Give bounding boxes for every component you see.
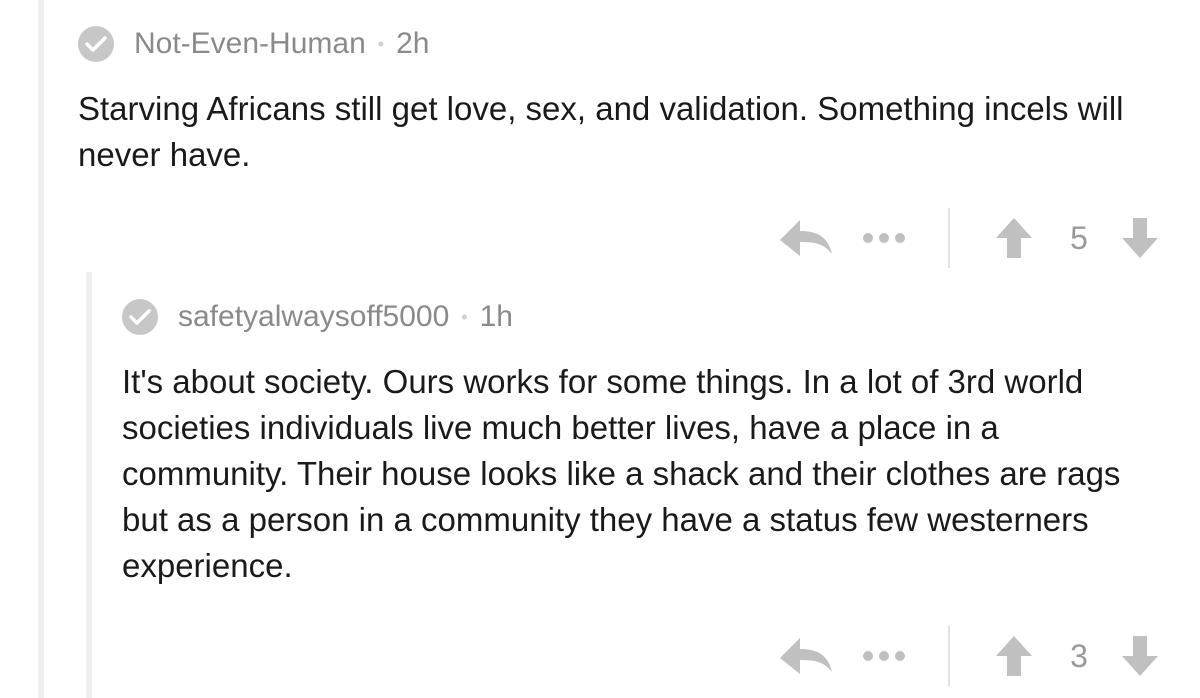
comment: Not-Even-Human • 2h Starving Africans st… [78,22,1170,178]
comment-actions: 5 [778,208,1160,268]
comment-body: It's about society. Ours works for some … [122,363,1121,584]
meta-separator: • [377,33,385,54]
vote-score: 5 [1070,219,1088,256]
comment-body: Starving Africans still get love, sex, a… [78,90,1124,173]
ellipsis-icon[interactable] [862,228,906,248]
up-arrow-icon[interactable] [994,216,1034,260]
reply-arrow-icon[interactable] [778,632,834,680]
comment-meta: safetyalwaysoff5000 • 1h [122,295,1170,339]
action-divider [948,626,950,686]
comment-age: 2h [396,27,430,60]
comment-author[interactable]: safetyalwaysoff5000 [178,300,449,334]
check-circle-icon [78,26,114,62]
meta-separator: • [461,306,468,327]
up-arrow-icon[interactable] [994,634,1034,678]
comment-author[interactable]: Not-Even-Human [134,27,366,61]
comment-meta: Not-Even-Human • 2h [78,22,1170,66]
comment-age: 1h [479,300,513,333]
action-divider [948,208,950,268]
reply-arrow-icon[interactable] [778,214,834,262]
reply-indent-line [86,272,92,698]
vote-score: 3 [1070,637,1088,674]
comment-actions: 3 [778,626,1160,686]
down-arrow-icon[interactable] [1120,634,1160,678]
ellipsis-icon[interactable] [862,646,906,666]
comment-thread: Not-Even-Human • 2h Starving Africans st… [0,0,1200,698]
comment-reply: safetyalwaysoff5000 • 1h It's about soci… [122,295,1170,589]
thread-indent-line [38,0,44,698]
check-circle-icon [122,299,158,335]
down-arrow-icon[interactable] [1120,216,1160,260]
